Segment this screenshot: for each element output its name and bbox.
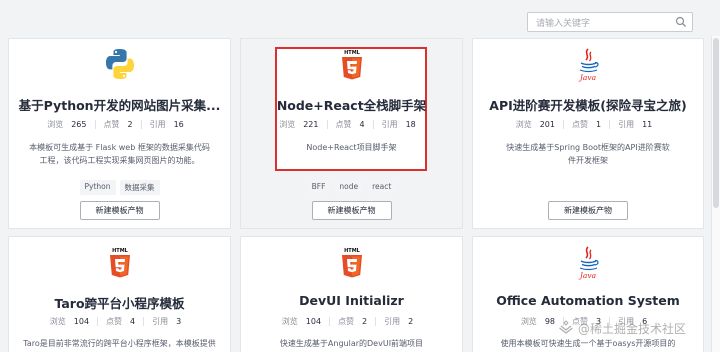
likes-count: 2 [127,120,133,129]
views-count: 98 [544,317,555,326]
card-title[interactable]: DevUI Initializr [247,293,456,308]
refs-label: 引用 [618,120,635,129]
views-count: 221 [303,120,319,129]
views-label: 浏览 [515,120,532,129]
card-description: 快速生成基于Angular的DevUI前端项目 [279,339,424,348]
tag[interactable]: BFF [306,180,331,193]
refs-label: 引用 [381,120,398,129]
html5-logo-icon: HTML [341,248,362,278]
card-title[interactable]: Node+React全栈脚手架 [247,95,456,114]
card-stats: 浏览 221 点赞 4 引用 18 [241,119,462,130]
card-description: 快速生成基于Spring Boot框架的API进阶赛软件开发框架 [506,143,670,165]
views-label: 浏览 [281,317,298,326]
html5-logo-text: HTML [344,50,361,56]
views-label: 浏览 [49,317,66,326]
refs-count: 18 [405,120,416,129]
views-label: 浏览 [47,120,64,129]
refs-label: 引用 [152,317,169,326]
card-description: 使用本模板可快速生成一个基于oasys开源项目的 [500,339,676,348]
views-count: 265 [71,120,87,129]
template-card[interactable]: Java API进阶赛开发模板(探险寻宝之旅) 浏览 201 点赞 1 引用 11 快… [472,38,704,229]
card-description: 本模板可生成基于 Flask web 框架的数据采集代码工程，该代码工程实现采集… [29,143,210,165]
card-description: Taro是目前非常流行的跨平台小程序框架，本模板提供 [23,339,216,348]
card-title[interactable]: Taro跨平台小程序模板 [15,293,224,312]
card-tags: Python 数据采集 [9,180,230,195]
create-artifact-button[interactable]: 新建模板产物 [79,201,160,220]
template-card[interactable]: 基于Python开发的网站图片采集... 浏览 265 点赞 2 引用 16 本模板可… [8,38,231,229]
template-card[interactable]: HTML Taro跨平台小程序模板 浏览 104 点赞 4 引用 3 Taro是目前非… [8,236,231,352]
top-bar: 请输入关键字 [0,0,720,36]
card-stats: 浏览 201 点赞 1 引用 11 [473,119,703,130]
refs-label: 引用 [149,120,166,129]
template-card[interactable]: HTML Node+React全栈脚手架 浏览 221 点赞 4 引用 18 Node… [240,38,463,229]
likes-count: 4 [130,317,136,326]
template-card[interactable]: HTML DevUI Initializr 浏览 104 点赞 2 引用 2 快速生成… [240,236,463,352]
views-count: 104 [305,317,322,326]
tag[interactable]: 数据采集 [119,180,160,195]
likes-label: 点赞 [103,120,120,129]
likes-label: 点赞 [106,317,123,326]
likes-count: 1 [596,120,602,129]
java-logo-text: Java [578,73,596,82]
card-title[interactable]: 基于Python开发的网站图片采集... [15,95,224,114]
views-label: 浏览 [520,317,537,326]
likes-count: 2 [362,317,368,326]
python-logo-icon [105,49,134,79]
card-description: Node+React项目脚手架 [306,143,397,152]
card-title[interactable]: Office Automation System [479,293,697,308]
search-icon[interactable] [675,16,687,28]
html5-logo-text: HTML [112,248,129,254]
card-stats: 浏览 265 点赞 2 引用 16 [9,119,230,130]
juejin-logo-icon [559,320,573,334]
likes-label: 点赞 [338,317,355,326]
html5-logo-icon: HTML [341,50,362,80]
refs-count: 2 [408,317,414,326]
views-label: 浏览 [279,120,296,129]
tag[interactable]: node [334,180,364,193]
html5-logo-icon: HTML [109,248,130,278]
java-logo-icon: Java [578,246,599,280]
likes-label: 点赞 [335,120,352,129]
tag[interactable]: react [367,180,397,193]
refs-count: 11 [642,120,653,129]
html5-logo-text: HTML [344,248,361,254]
likes-count: 4 [359,120,365,129]
watermark: @稀土掘金技术社区 [578,322,687,336]
search-placeholder: 请输入关键字 [536,19,591,29]
refs-count: 3 [176,317,182,326]
refs-label: 引用 [384,317,401,326]
tag[interactable]: Python [79,180,116,195]
scroll-thumb[interactable] [713,38,719,208]
java-logo-text: Java [578,271,596,280]
likes-label: 点赞 [572,120,588,129]
views-count: 201 [539,120,555,129]
card-title[interactable]: API进阶赛开发模板(探险寻宝之旅) [479,95,697,114]
views-count: 104 [73,317,90,326]
java-logo-icon: Java [578,48,599,82]
card-tags: BFF node react [241,180,462,193]
search-input[interactable]: 请输入关键字 [527,12,693,32]
card-stats: 浏览 104 点赞 2 引用 2 [241,316,462,327]
create-artifact-button[interactable]: 新建模板产物 [548,201,628,220]
refs-count: 16 [173,120,184,129]
create-artifact-button[interactable]: 新建模板产物 [311,201,392,220]
scrollbar[interactable] [711,36,720,352]
card-stats: 浏览 104 点赞 4 引用 3 [9,316,230,327]
